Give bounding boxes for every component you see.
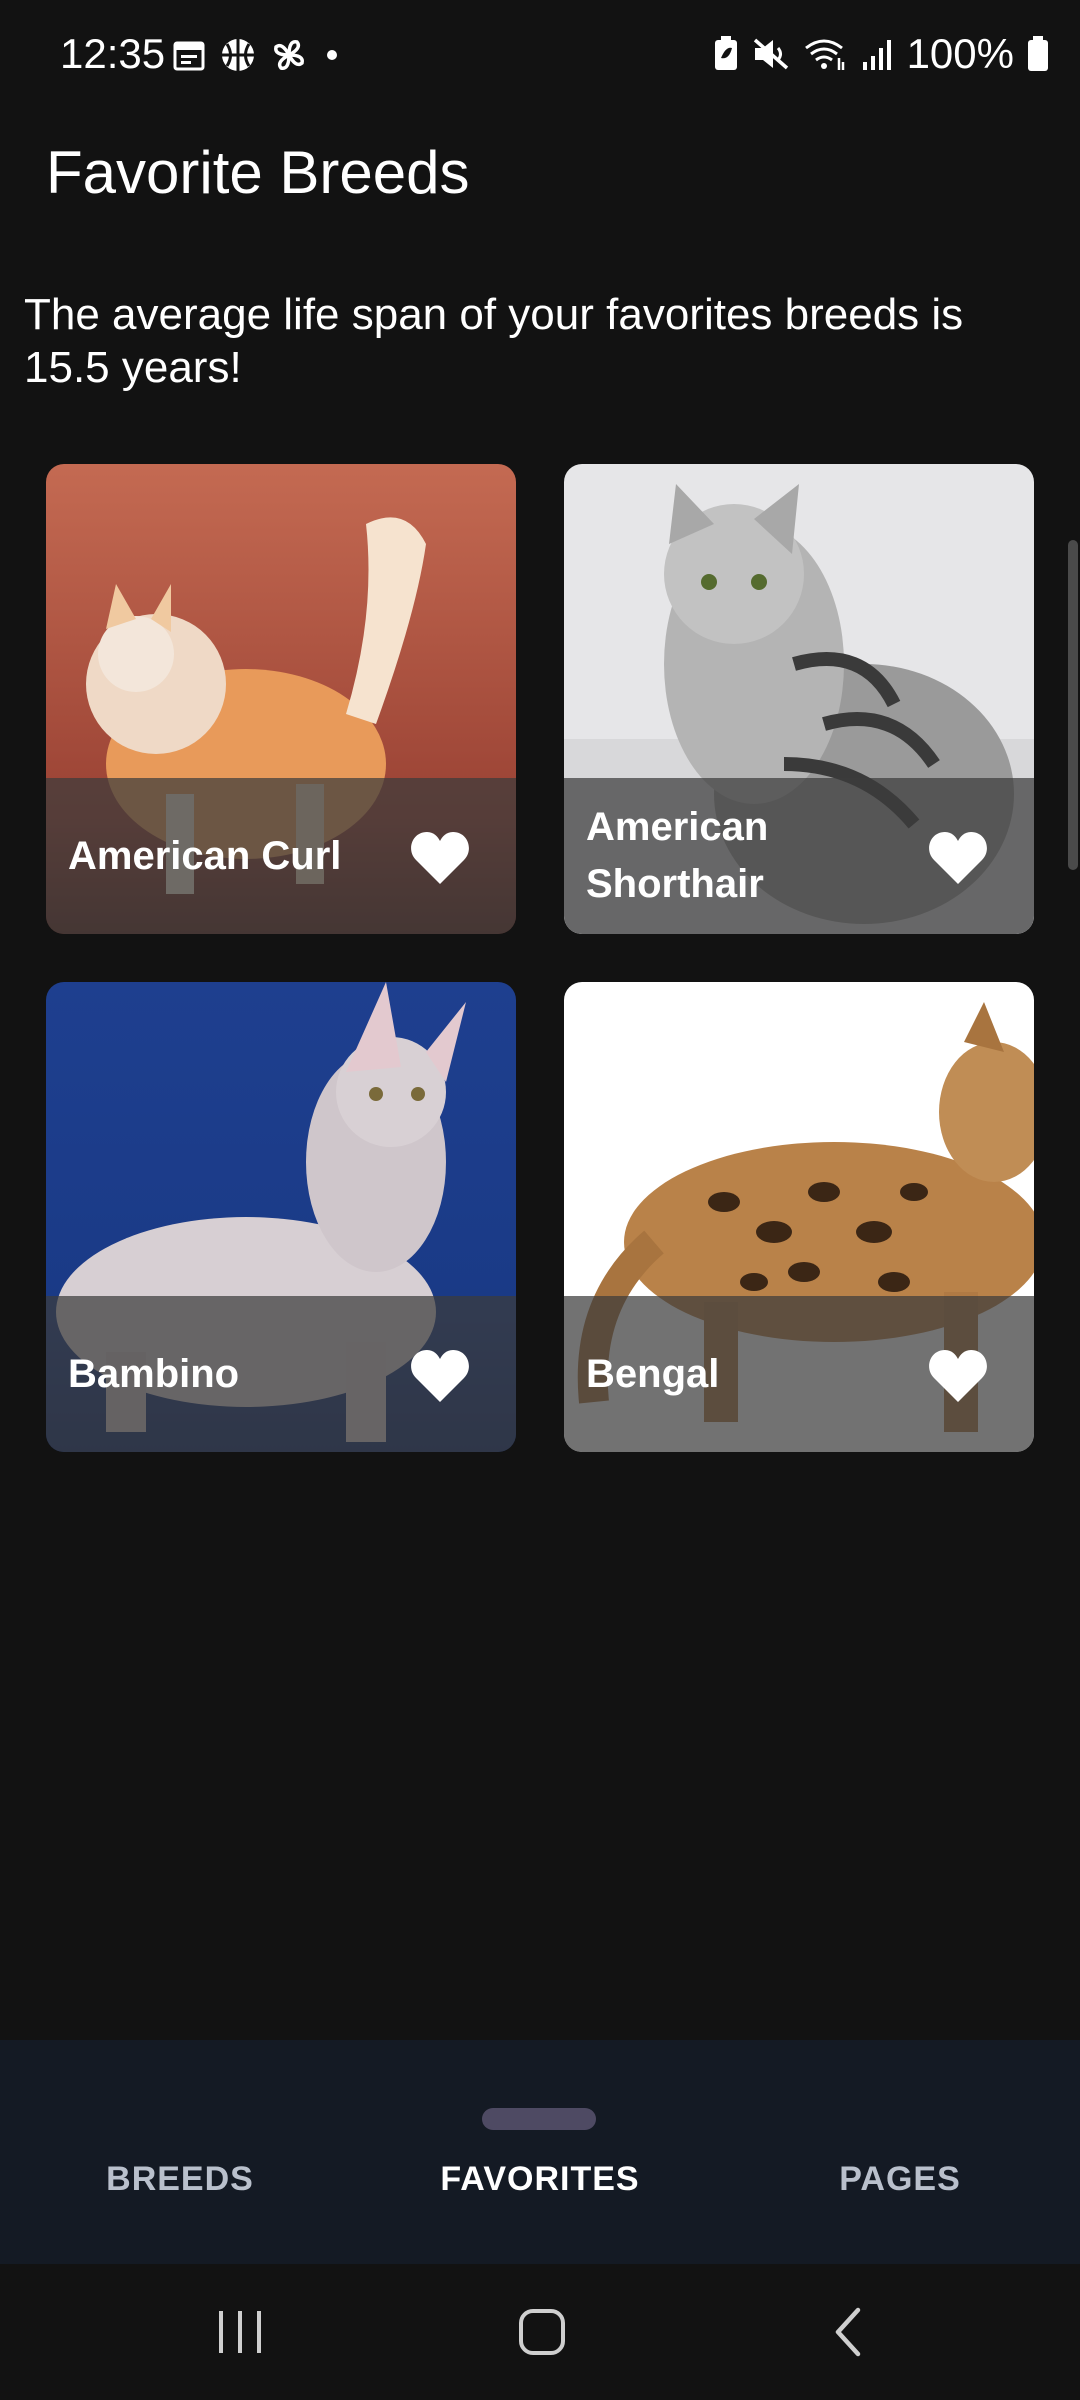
- heart-icon[interactable]: [410, 1348, 470, 1404]
- pinwheel-icon: [274, 40, 304, 70]
- breed-name: American Shorthair: [586, 805, 769, 906]
- page-title: Favorite Breeds: [46, 139, 470, 206]
- tab-label: PAGES: [839, 2160, 961, 2198]
- bottom-navigation: BREEDS FAVORITES PAGES: [0, 2040, 1080, 2264]
- recents-icon: [219, 2311, 261, 2353]
- scrollbar[interactable]: [1068, 540, 1078, 870]
- breed-card[interactable]: Bambino: [46, 982, 516, 1452]
- signal-icon: [862, 40, 891, 70]
- system-navigation-bar: [0, 2264, 1080, 2400]
- breed-name: Bengal: [586, 1351, 720, 1396]
- status-bar: 12:35 100%: [0, 0, 1080, 116]
- tab-label: FAVORITES: [440, 2160, 640, 2198]
- heart-icon[interactable]: [928, 1348, 988, 1404]
- home-button[interactable]: [462, 2264, 622, 2400]
- battery-percent: 100%: [906, 30, 1014, 77]
- battery-icon: [1028, 36, 1048, 71]
- basketball-icon: [222, 39, 254, 71]
- tab-breeds[interactable]: BREEDS: [0, 2040, 360, 2264]
- tab-label: BREEDS: [106, 2160, 254, 2198]
- home-icon: [519, 2309, 565, 2355]
- breed-name: American Curl: [68, 833, 342, 878]
- breed-card[interactable]: American Shorthair: [564, 464, 1034, 934]
- tab-favorites[interactable]: FAVORITES: [360, 2040, 720, 2264]
- calendar-icon: [173, 41, 205, 71]
- back-button[interactable]: [768, 2264, 928, 2400]
- status-left-icons: [172, 36, 342, 74]
- heart-icon[interactable]: [928, 830, 988, 886]
- heart-icon[interactable]: [410, 830, 470, 886]
- breed-name: Bambino: [68, 1351, 240, 1396]
- wifi-icon: [804, 39, 844, 70]
- breed-card[interactable]: Bengal: [564, 982, 1034, 1452]
- breed-card[interactable]: American Curl: [46, 464, 516, 934]
- back-icon: [835, 2307, 861, 2357]
- battery-saver-icon: [714, 36, 737, 70]
- life-span-summary: The average life span of your favorites …: [24, 290, 964, 392]
- tab-pages[interactable]: PAGES: [720, 2040, 1080, 2264]
- recents-button[interactable]: [160, 2264, 320, 2400]
- mute-icon: [753, 38, 788, 70]
- status-right-icons: 100%: [713, 30, 1050, 78]
- active-tab-indicator: [482, 2108, 596, 2130]
- dot-icon: [327, 50, 337, 60]
- status-time: 12:35: [60, 30, 166, 77]
